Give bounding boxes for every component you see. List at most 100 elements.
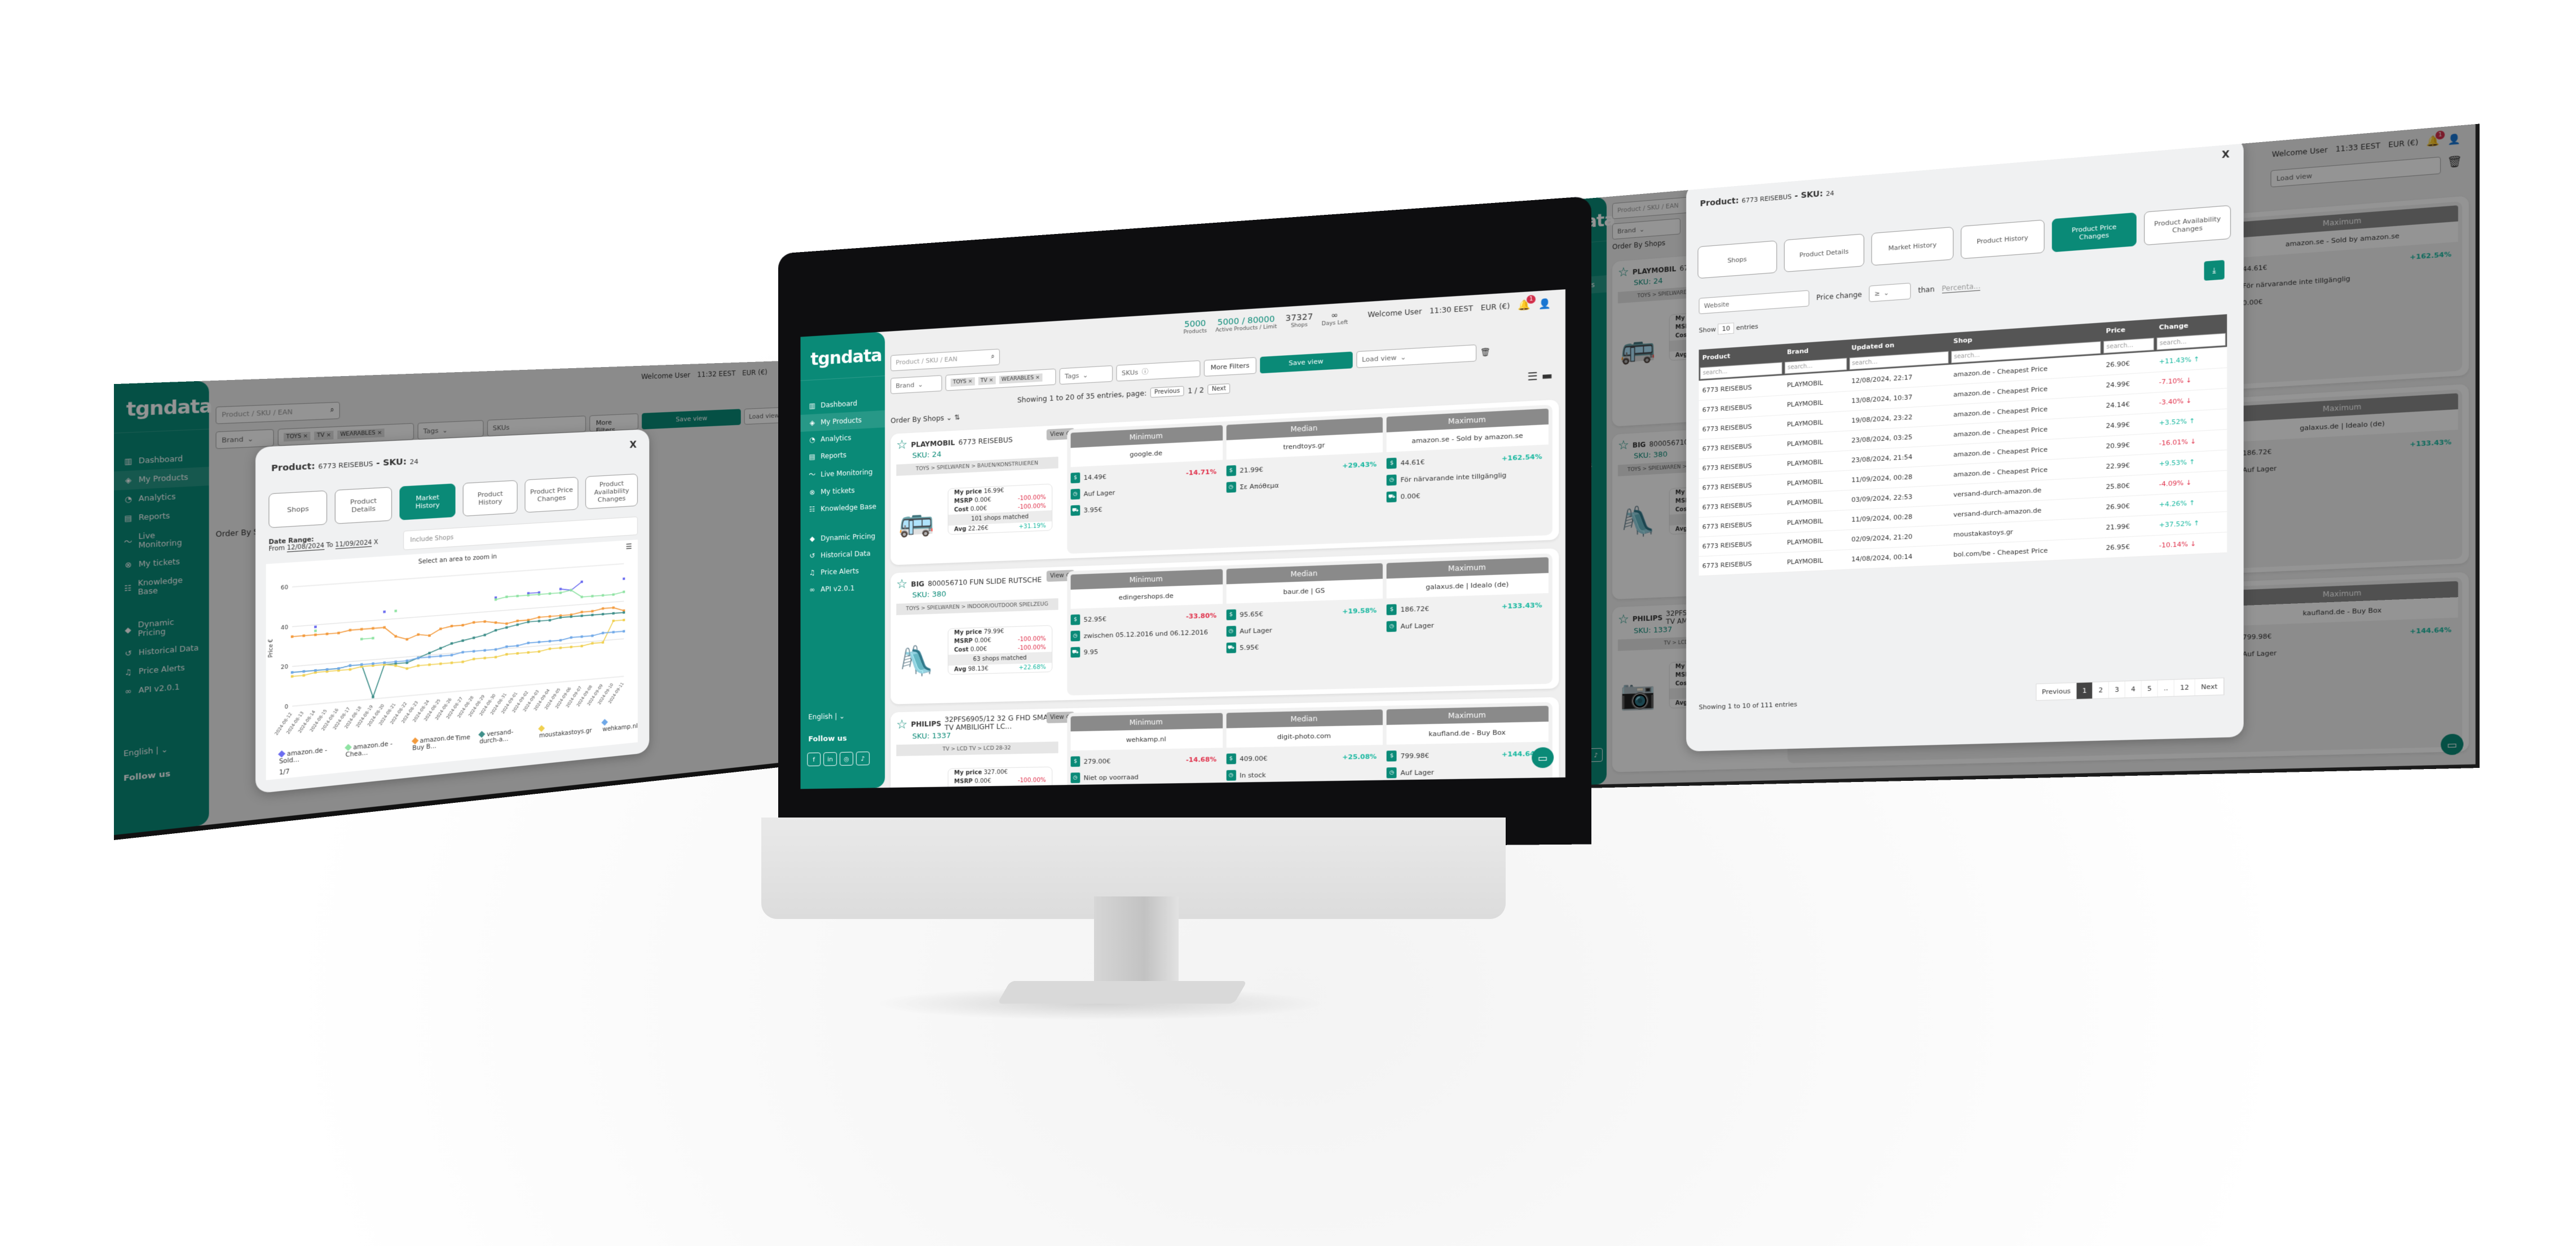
shop-stock: ◷För närvarande inte tillgänglig: [1387, 467, 1549, 486]
close-icon[interactable]: X: [629, 439, 637, 450]
from-date-input[interactable]: 12/08/2024: [286, 542, 324, 553]
page-button[interactable]: 5: [2141, 680, 2158, 697]
price-diff: +29.43%: [1342, 460, 1377, 470]
tab-product-details[interactable]: Product Details: [334, 487, 392, 524]
more-filters-button[interactable]: More Filters: [1203, 357, 1256, 377]
shop-name[interactable]: kaufland.de - Buy Box: [1387, 721, 1549, 745]
chip-toys[interactable]: TOYS ×: [950, 377, 975, 387]
tab-product-price-changes[interactable]: Product Price Changes: [524, 476, 579, 513]
tab-market-history[interactable]: Market History: [399, 483, 456, 520]
favorite-star-icon[interactable]: ☆: [896, 717, 907, 732]
brand-select[interactable]: Brand ⌄: [890, 375, 942, 394]
favorite-star-icon[interactable]: ☆: [896, 438, 907, 452]
skus-placeholder: SKUs: [1121, 368, 1139, 377]
tab-product-history[interactable]: Product History: [1961, 219, 2045, 259]
clock-icon: ◷: [1387, 621, 1397, 632]
tiktok-icon[interactable]: ♪: [855, 751, 870, 766]
page-button[interactable]: 3: [2109, 681, 2126, 699]
product-card: ☆PLAYMOBIL6773 REISEBUSSKU: 24TOYS > SPI…: [890, 399, 1559, 565]
history-icon: ↺: [809, 551, 815, 560]
shop-name[interactable]: wehkamp.nl: [1070, 728, 1223, 751]
search-input[interactable]: Product / SKU / EAN ⌕: [890, 348, 1000, 372]
product-card: ☆ PHILIPS32PFS6905/12 32 G FHD SMART TV A…: [890, 697, 1559, 789]
page-button[interactable]: 12: [2174, 679, 2196, 696]
skus-input[interactable]: SKUs ⓘ: [1116, 360, 1201, 382]
tab-shops[interactable]: Shops: [268, 490, 328, 528]
favorite-star-icon[interactable]: ☆: [896, 577, 907, 592]
category-select[interactable]: TOYS × TV × WEARABLES ×: [945, 368, 1056, 391]
instagram-icon[interactable]: ◎: [840, 752, 853, 766]
data-point: [494, 648, 497, 651]
bell-icon[interactable]: 🔔 1: [1518, 294, 1536, 311]
chip-wearables[interactable]: WEARABLES ×: [999, 373, 1043, 385]
page-button[interactable]: Next: [2195, 678, 2224, 696]
tab-product-details[interactable]: Product Details: [1784, 233, 1865, 272]
load-view-select[interactable]: Load view ⌄: [1356, 344, 1476, 368]
tab-product-availability-changes[interactable]: Product Availability Changes: [2144, 205, 2231, 246]
tab-product-history[interactable]: Product History: [462, 480, 518, 517]
trash-icon[interactable]: 🗑: [1480, 347, 1491, 357]
percent-input[interactable]: Percenta...: [1942, 281, 1981, 293]
arrow-down-icon: ↓: [2184, 478, 2192, 487]
save-view-button[interactable]: Save view: [1260, 351, 1353, 374]
facebook-icon[interactable]: f: [807, 752, 821, 767]
chip-tv[interactable]: TV ×: [978, 376, 996, 386]
tab-product-price-changes[interactable]: Product Price Changes: [2052, 212, 2137, 253]
price-diff: +162.54%: [1501, 452, 1542, 462]
linkedin-icon[interactable]: in: [823, 752, 837, 766]
page-button[interactable]: 2: [2093, 682, 2110, 699]
product-name[interactable]: 6773 REISEBUS: [958, 435, 1012, 446]
price-diff: -33.80%: [1186, 611, 1217, 620]
tab-product-availability-changes[interactable]: Product Availability Changes: [585, 473, 638, 510]
my-price-label: My price: [954, 488, 982, 496]
layers-icon: ◈: [809, 418, 815, 427]
legend-label: moustakastoys.gr: [539, 727, 592, 740]
language-selector[interactable]: English | ⌄: [808, 712, 845, 721]
market-history-chart[interactable]: Select an area to zoom in ☰ 0 20 40 60 2024-…: [266, 540, 638, 780]
currency[interactable]: EUR (€): [1481, 302, 1510, 312]
chart-menu-icon[interactable]: ☰: [626, 542, 632, 551]
card-view-icon[interactable]: ▬: [1541, 369, 1552, 383]
website-select[interactable]: Website: [1699, 290, 1810, 315]
sort-icon[interactable]: ⇅: [954, 413, 960, 422]
sidebar-item-knowledge-base[interactable]: ☷ Knowledge Base: [800, 497, 885, 518]
close-icon[interactable]: X: [2222, 148, 2230, 161]
order-by[interactable]: Order By Shops ⌄ ⇅: [890, 413, 960, 425]
info-icon[interactable]: ⓘ: [1142, 367, 1149, 377]
product-name[interactable]: 32PFS6905/12 32 G FHD SMART TV AMBILIGHT…: [945, 713, 1058, 732]
msrp-text: MSRP 0.00€: [954, 778, 991, 785]
price-column-max: Maximumamazon.se - Sold by amazon.se$44.…: [1387, 408, 1549, 538]
list-view-icon[interactable]: ☰: [1527, 370, 1537, 384]
download-icon[interactable]: ⤓: [2204, 260, 2225, 281]
data-point: [302, 674, 306, 677]
page-size-select[interactable]: 10: [1718, 322, 1735, 335]
data-point: [591, 613, 594, 617]
to-date-input[interactable]: 11/09/2024: [335, 539, 372, 549]
prev-page-button[interactable]: Previous: [1150, 386, 1184, 398]
shop-price: $95.65€ +19.58%: [1226, 604, 1383, 621]
legend-pager[interactable]: 1/7: [279, 768, 290, 776]
shop-name[interactable]: digit-photo.com: [1226, 724, 1383, 748]
data-point: [314, 625, 317, 629]
sidebar-item-api-v2-0-1[interactable]: ∞ API v2.0.1: [800, 578, 885, 599]
user-icon[interactable]: 👤: [1538, 298, 1551, 310]
next-page-button[interactable]: Next: [1207, 383, 1230, 395]
column-search-input[interactable]: search...: [2103, 337, 2154, 354]
tab-shops[interactable]: Shops: [1697, 240, 1777, 279]
data-point: [612, 612, 615, 615]
product-name[interactable]: 800056710 FUN SLIDE RUTSCHE: [928, 575, 1042, 587]
page-button[interactable]: Previous: [2036, 683, 2077, 700]
page-button[interactable]: ..: [2158, 679, 2175, 697]
shop-shipping: ⛟ 5.95€: [1226, 638, 1383, 653]
operator-select[interactable]: ≥ ⌄: [1869, 282, 1911, 302]
clear-dates-button[interactable]: X: [374, 539, 378, 546]
legend-item[interactable]: wehkamp.nl: [601, 717, 638, 733]
shipping-value: 9.95: [1083, 648, 1099, 656]
price-value: 44.61€: [1400, 458, 1425, 467]
tags-select[interactable]: Tags ⌄: [1059, 365, 1113, 385]
data-point: [417, 633, 420, 636]
page-button[interactable]: 1: [2076, 682, 2093, 699]
stock-value: För närvarande inte tillgänglig: [1400, 471, 1507, 484]
tab-market-history[interactable]: Market History: [1871, 227, 1954, 266]
page-button[interactable]: 4: [2125, 681, 2142, 698]
